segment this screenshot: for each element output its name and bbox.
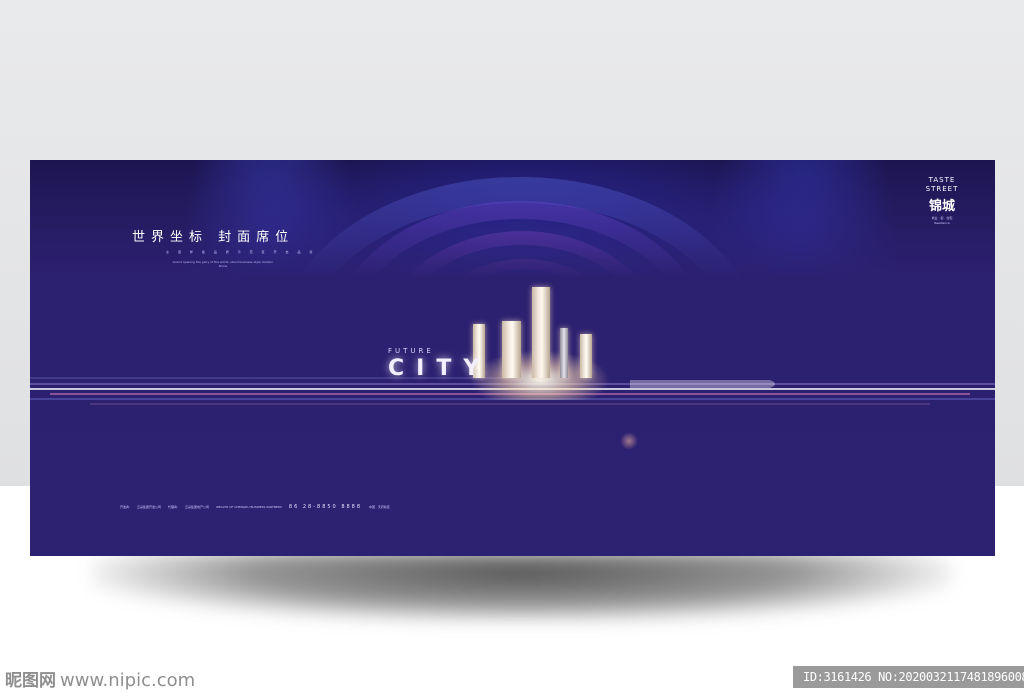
- subline: 全 国 样 板 品 质 示 范 区 开 启 品 鉴: [166, 250, 317, 254]
- phone-number: 86 28-8850 8888: [288, 504, 363, 510]
- site-watermark: 昵图网 www.nipic.com: [5, 666, 195, 691]
- poster-board: 世界坐标 封面席位 全 国 样 板 品 质 示 范 区 开 启 品 鉴 Gran…: [30, 160, 995, 556]
- developer-name: 云朵集团开发公司: [136, 505, 161, 509]
- building-5: [580, 334, 592, 378]
- headline: 世界坐标 封面席位: [132, 230, 295, 245]
- future-label: FUTURE: [388, 347, 434, 355]
- image-id-text: ID:3161426 NO:20200321174818960081: [803, 670, 1024, 684]
- address: 中国 · 天府新区: [369, 505, 390, 509]
- lens-flare: [620, 432, 638, 450]
- developer-label: 开发商:: [120, 505, 131, 509]
- brand-line-2: STREET: [925, 185, 959, 193]
- brand-block: TASTE STREET 锦城 商业 · 街 · 住宅 Residence: [918, 176, 966, 225]
- city-label: CITY: [388, 356, 492, 381]
- brand-line-1: TASTE: [928, 176, 956, 184]
- agent-label: 代理商:: [167, 505, 178, 509]
- agent-name: 云朵集团地产公司: [184, 505, 209, 509]
- building-2: [502, 321, 521, 378]
- building-tallest: [532, 287, 550, 378]
- site-url: www.nipic.com: [60, 670, 196, 691]
- footer-english: WEALTH OF CHENGDU BUSINESS PARTNERS: [215, 505, 282, 509]
- brand-logo: 锦城: [928, 199, 955, 214]
- site-name: 昵图网: [5, 671, 56, 691]
- building-4: [560, 328, 568, 378]
- board-shadow: [92, 552, 952, 622]
- tiny-english-copy: Grand opening the glory of the world, st…: [172, 260, 274, 268]
- brand-tagline-2: Residence: [934, 221, 950, 225]
- footer-info: 开发商: 云朵集团开发公司 代理商: 云朵集团地产公司 WEALTH OF CH…: [120, 504, 396, 510]
- brand-tagline: 商业 · 街 · 住宅: [931, 216, 953, 220]
